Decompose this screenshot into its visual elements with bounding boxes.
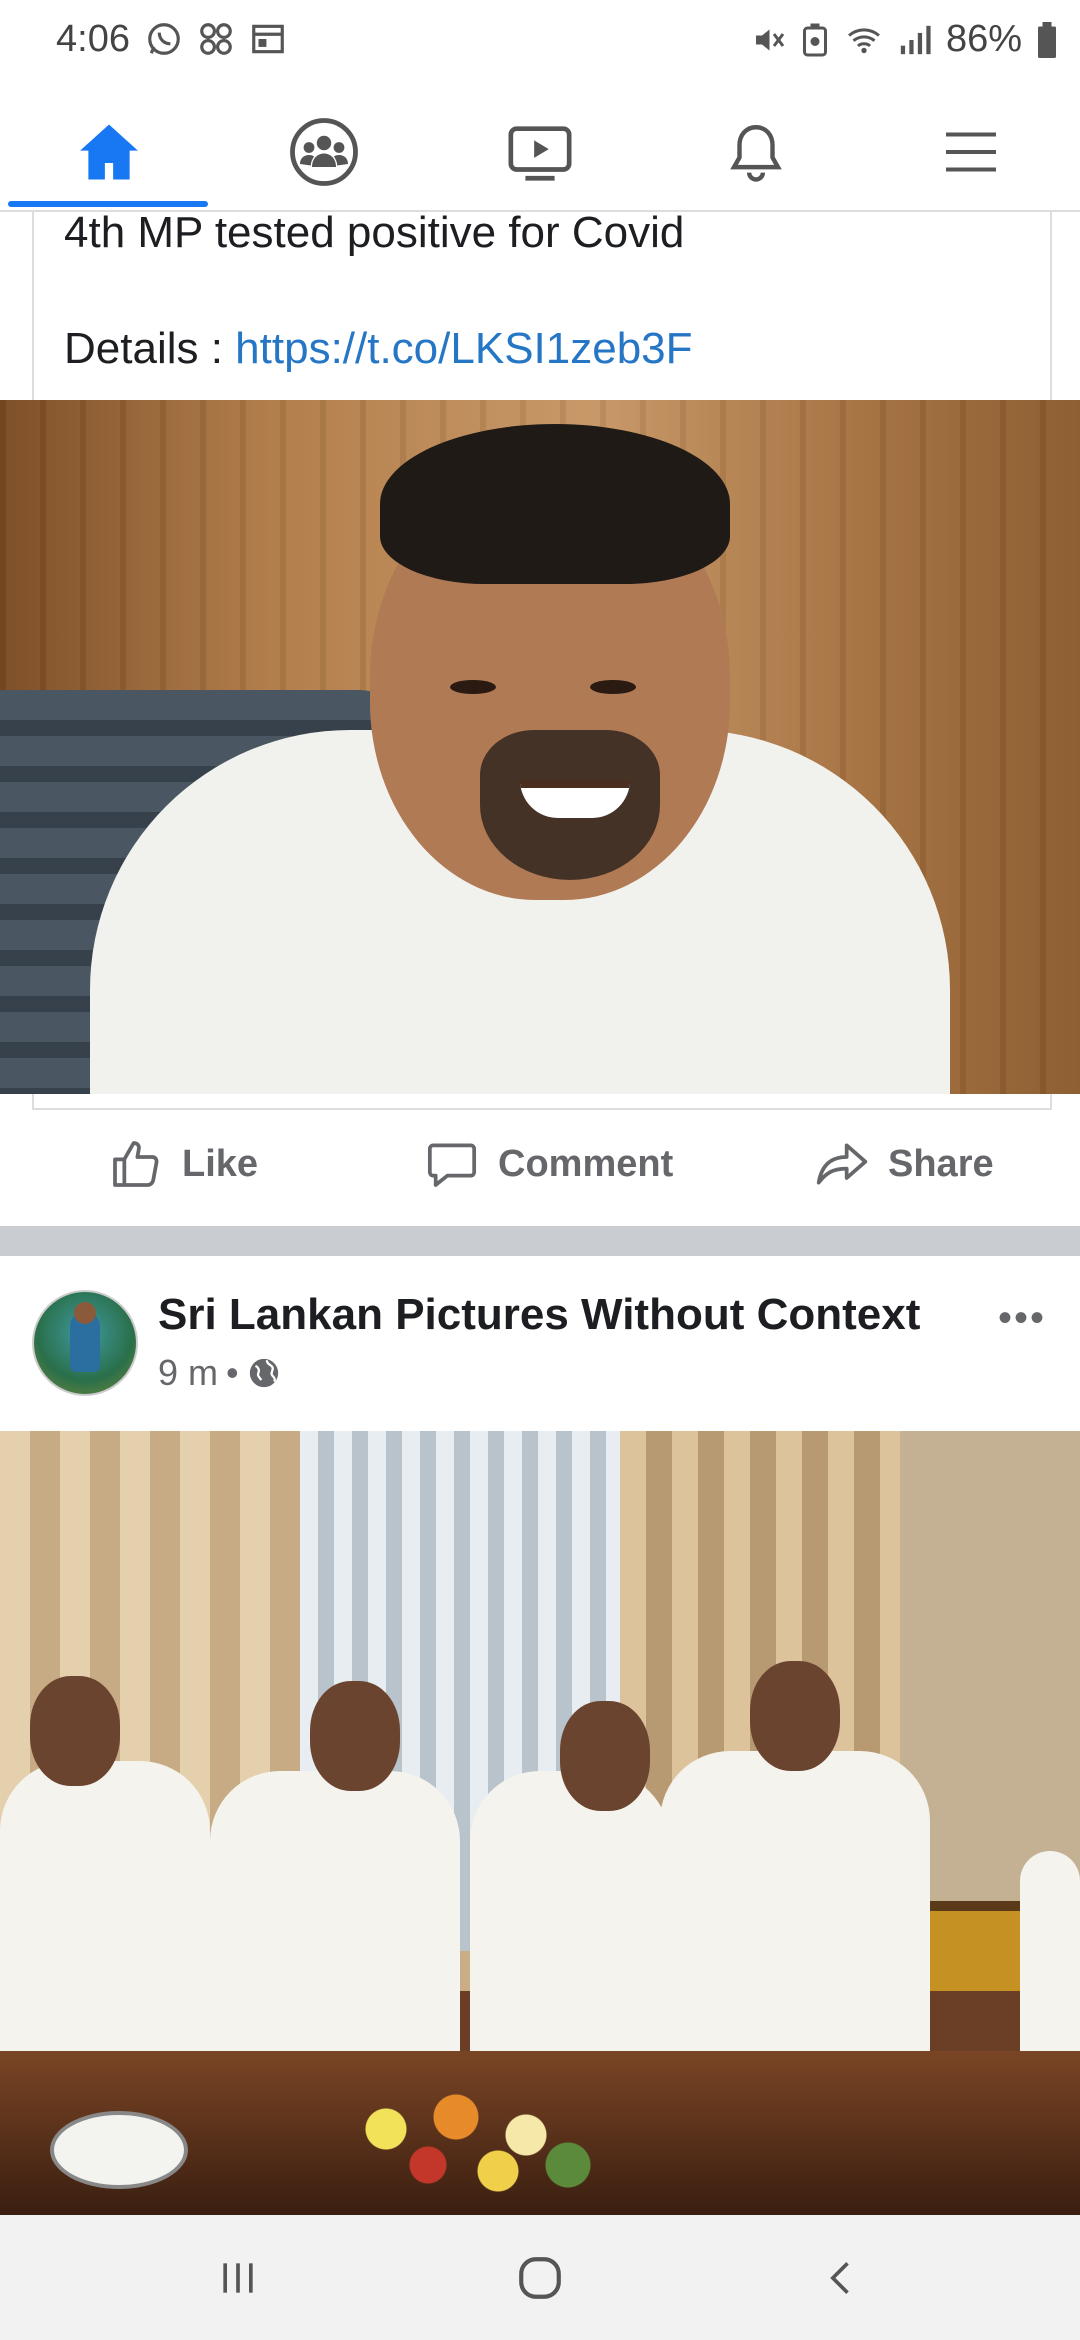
comment-label: Comment [498,1142,674,1185]
share-icon [816,1143,868,1185]
comment-icon [427,1143,477,1187]
plates [50,2111,188,2189]
right-eye [590,680,636,694]
status-left-icons [145,20,287,58]
calendar-icon [252,24,284,54]
person-1-head [30,1676,120,1786]
tab-watch[interactable] [435,102,645,202]
app-grid-icon [200,23,232,55]
comment-button[interactable]: Comment [424,1136,673,1192]
left-eye [450,680,496,694]
details-label: Details : [64,324,236,373]
share-label: Share [888,1142,994,1185]
back-chevron-icon [830,2261,849,2294]
person-3 [470,1771,670,2091]
status-bar: 4:06 86% [0,0,1080,80]
mute-icon [755,29,785,50]
groups-icon [290,118,358,186]
home-button[interactable] [440,2215,640,2340]
tab-notifications[interactable] [651,102,861,202]
globe-icon [249,1358,278,1388]
status-right-icons: 86% [750,18,1058,61]
wifi-icon [847,27,880,53]
recent-apps-button[interactable] [138,2215,338,2340]
person-4-head [750,1661,840,1771]
home-icon [80,124,138,180]
person-1 [0,1761,210,2091]
post-details-row: Details : https://t.co/LKSI1zeb3F [64,324,693,374]
person-4 [660,1751,930,2091]
person-3-head [560,1701,650,1811]
tab-home[interactable] [4,102,214,202]
page-avatar[interactable] [32,1290,138,1396]
post-link[interactable]: https://t.co/LKSI1zeb3F [235,324,692,373]
battery-saver-icon [802,23,827,56]
meta-separator: • [226,1352,239,1393]
post-actions: Like Comment Share [0,1124,1080,1224]
system-nav-bar [0,2215,1080,2340]
battery-percent: 86% [945,18,1022,60]
post-text: 4th MP tested positive for Covid [64,208,685,257]
battery-icon [1038,21,1056,58]
avatar-head [74,1302,96,1324]
post-photo-group[interactable] [0,1431,1080,2215]
tab-menu[interactable] [866,102,1076,202]
like-label: Like [182,1142,259,1185]
bell-icon [730,125,782,182]
flower-arrangement [330,2081,610,2201]
status-time: 4:06 [56,18,130,60]
person-2-head [310,1681,400,1791]
video-icon [508,126,572,181]
shared-card-bottom [32,1094,1052,1110]
post-meta: 9 m • [158,1352,281,1394]
share-button[interactable]: Share [814,1136,994,1192]
post-photo-mp[interactable] [0,400,1080,1094]
recent-apps-icon [223,2262,253,2293]
back-button[interactable] [742,2215,942,2340]
home-circle-icon [519,2256,561,2299]
top-nav-bar [0,80,1080,212]
hamburger-menu-icon [946,132,996,172]
whatsapp-icon [148,23,180,55]
tab-groups[interactable] [219,102,429,202]
feed-divider [0,1226,1080,1256]
post-header: Sri Lankan Pictures Without Context 9 m … [0,1256,1080,1431]
thumbs-up-icon [113,1141,159,1187]
active-tab-indicator [8,201,208,207]
like-button[interactable]: Like [108,1136,258,1192]
post-time[interactable]: 9 m [158,1352,218,1394]
page-name[interactable]: Sri Lankan Pictures Without Context [158,1290,920,1340]
curly-hair [380,424,730,584]
more-options-button[interactable]: ••• [998,1296,1046,1341]
signal-icon [900,25,931,54]
